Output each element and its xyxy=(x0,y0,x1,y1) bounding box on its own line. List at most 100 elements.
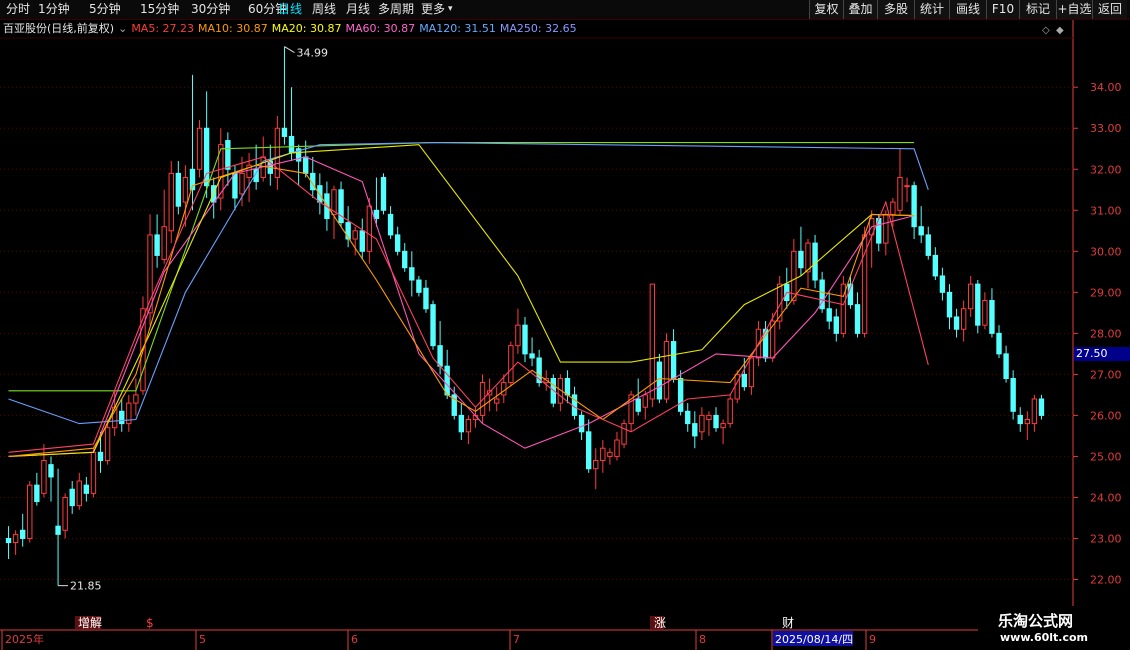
candle[interactable] xyxy=(699,407,705,441)
candle[interactable] xyxy=(918,206,924,244)
candle[interactable] xyxy=(430,300,436,350)
candle[interactable] xyxy=(805,239,811,289)
candle[interactable] xyxy=(196,120,203,178)
candle[interactable] xyxy=(720,419,726,445)
candle[interactable] xyxy=(55,468,61,586)
candle[interactable] xyxy=(253,144,259,190)
candle[interactable] xyxy=(168,161,174,244)
candle[interactable] xyxy=(90,448,97,498)
candle[interactable] xyxy=(529,337,535,367)
candle[interactable] xyxy=(883,210,889,256)
diamond-icon[interactable]: ◇ xyxy=(1042,25,1050,36)
candle[interactable] xyxy=(465,415,472,445)
diamond-filled-icon[interactable]: ◆ xyxy=(1056,25,1064,36)
candle[interactable] xyxy=(614,431,620,461)
candle[interactable] xyxy=(12,530,19,555)
candle[interactable] xyxy=(211,177,217,219)
event-marker[interactable]: 财 xyxy=(782,616,794,630)
candle[interactable] xyxy=(515,308,521,354)
candle[interactable] xyxy=(458,403,465,441)
candle[interactable] xyxy=(522,316,528,363)
candle[interactable] xyxy=(677,370,684,416)
candle[interactable] xyxy=(833,308,839,342)
candle[interactable] xyxy=(1010,370,1016,420)
candle[interactable] xyxy=(1031,394,1038,432)
candle[interactable] xyxy=(5,526,12,559)
candle[interactable] xyxy=(161,189,167,264)
candle[interactable] xyxy=(225,132,231,186)
event-marker[interactable]: 增解 xyxy=(78,616,102,630)
candle[interactable] xyxy=(380,173,387,215)
candle[interactable] xyxy=(1003,345,1009,383)
candle[interactable] xyxy=(798,226,804,276)
candle[interactable] xyxy=(394,226,401,256)
candle[interactable] xyxy=(960,300,967,342)
candle[interactable] xyxy=(840,275,847,338)
candle[interactable] xyxy=(34,472,40,506)
candle[interactable] xyxy=(982,292,988,330)
candle[interactable] xyxy=(486,378,493,412)
candle[interactable] xyxy=(621,419,627,449)
candle[interactable] xyxy=(564,370,571,404)
candle[interactable] xyxy=(925,226,931,260)
candle[interactable] xyxy=(571,386,578,420)
candle[interactable] xyxy=(41,444,47,498)
candle[interactable] xyxy=(19,513,26,547)
candle[interactable] xyxy=(494,386,500,412)
candle[interactable] xyxy=(939,267,946,301)
candle[interactable] xyxy=(133,378,139,416)
candle[interactable] xyxy=(62,493,68,539)
candle[interactable] xyxy=(281,46,288,145)
candle[interactable] xyxy=(1017,407,1023,432)
candle[interactable] xyxy=(260,136,266,182)
candle[interactable] xyxy=(345,206,351,248)
candle[interactable] xyxy=(536,349,542,387)
candle[interactable] xyxy=(593,448,599,490)
candle[interactable] xyxy=(69,481,75,514)
candle[interactable] xyxy=(274,115,281,190)
candle[interactable] xyxy=(670,329,677,383)
candle[interactable] xyxy=(27,481,33,543)
candle[interactable] xyxy=(946,284,953,330)
candle[interactable] xyxy=(727,394,733,428)
candle[interactable] xyxy=(423,280,429,313)
candlestick-chart[interactable]: 34.00 33.00 32.00 31.00 30.00 29.00 28.00 27.00… xyxy=(0,0,1130,650)
candle[interactable] xyxy=(932,247,939,281)
candle[interactable] xyxy=(685,403,691,432)
candle[interactable] xyxy=(557,374,564,412)
candle[interactable] xyxy=(663,333,670,404)
candle[interactable] xyxy=(628,390,634,432)
candle[interactable] xyxy=(975,280,981,334)
candle[interactable] xyxy=(359,218,365,260)
candle[interactable] xyxy=(649,283,656,408)
candle[interactable] xyxy=(826,292,832,330)
candle[interactable] xyxy=(387,206,394,240)
event-marker[interactable]: $ xyxy=(146,616,154,630)
candle[interactable] xyxy=(119,398,125,432)
candle[interactable] xyxy=(607,448,613,465)
candle[interactable] xyxy=(409,251,415,297)
candle[interactable] xyxy=(904,177,910,203)
candle[interactable] xyxy=(154,214,160,268)
candle[interactable] xyxy=(861,226,868,338)
candle[interactable] xyxy=(897,148,903,215)
candle[interactable] xyxy=(692,411,698,449)
candle[interactable] xyxy=(600,440,606,473)
candle[interactable] xyxy=(784,267,790,309)
candle[interactable] xyxy=(508,341,514,387)
candle[interactable] xyxy=(996,325,1002,358)
event-marker[interactable]: 涨 xyxy=(654,615,666,630)
candle[interactable] xyxy=(968,275,974,317)
candle[interactable] xyxy=(1038,394,1045,420)
candle[interactable] xyxy=(989,288,995,338)
candle[interactable] xyxy=(854,292,861,338)
candle[interactable] xyxy=(713,407,719,432)
candle[interactable] xyxy=(706,411,712,436)
candle[interactable] xyxy=(402,243,408,272)
candle[interactable] xyxy=(310,156,316,198)
candle[interactable] xyxy=(288,87,295,162)
candle[interactable] xyxy=(911,181,917,240)
candle[interactable] xyxy=(585,419,592,473)
candle[interactable] xyxy=(48,456,54,502)
candle[interactable] xyxy=(76,472,82,510)
